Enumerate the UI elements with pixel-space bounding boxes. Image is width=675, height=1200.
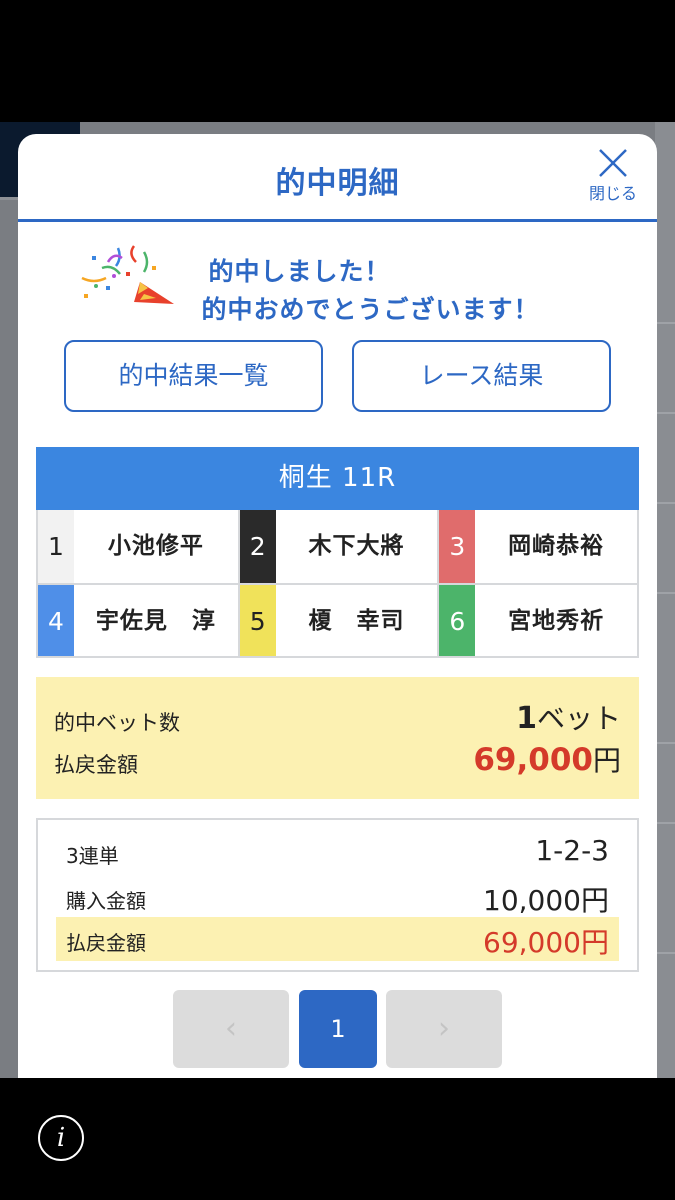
background-side bbox=[655, 122, 675, 1078]
prev-page-button[interactable]: ‹ bbox=[173, 990, 289, 1068]
bet-count-number: 1 bbox=[516, 701, 537, 736]
hit-details-modal: 的中明細 閉じる 的中しました！ 的中おめでとうございます！ 的中結果一覧 レー… bbox=[18, 134, 657, 1078]
bet-count-unit: ベット bbox=[536, 702, 621, 735]
bet-detail-card: 3連単 1-2-3 購入金額 10,000円 払戻金額 69,000円 bbox=[36, 818, 639, 972]
detail-payout-label: 払戻金額 bbox=[66, 931, 146, 955]
bet-count-value: 1ベット bbox=[516, 697, 621, 737]
close-button[interactable]: 閉じる bbox=[583, 148, 643, 208]
background-line bbox=[655, 822, 675, 824]
purchase-label: 購入金額 bbox=[66, 889, 146, 913]
racer-number: 3 bbox=[439, 510, 476, 583]
payout-unit: 円 bbox=[592, 744, 621, 777]
congrats-section: 的中しました！ 的中おめでとうございます！ bbox=[18, 222, 657, 334]
racer-2: 2 木下大將 bbox=[237, 510, 438, 583]
racer-6: 6 宮地秀祈 bbox=[437, 585, 637, 656]
close-icon bbox=[599, 149, 627, 177]
info-icon[interactable]: i bbox=[38, 1115, 84, 1161]
next-page-button[interactable]: › bbox=[386, 990, 502, 1068]
detail-payout-row: 払戻金額 69,000円 bbox=[56, 917, 619, 961]
racer-number: 2 bbox=[239, 510, 276, 583]
chevron-right-icon: › bbox=[438, 1011, 450, 1046]
purchase-amount: 10,000円 bbox=[483, 884, 609, 917]
bet-type-row: 3連単 1-2-3 bbox=[56, 830, 619, 874]
racer-3: 3 岡崎恭裕 bbox=[437, 510, 637, 583]
modal-title: 的中明細 bbox=[275, 166, 400, 201]
racer-name: 岡崎恭裕 bbox=[508, 533, 605, 559]
racer-number: 4 bbox=[38, 585, 74, 656]
payout-value: 69,000円 bbox=[473, 739, 621, 779]
hit-list-button[interactable]: 的中結果一覧 bbox=[64, 340, 323, 412]
racer-1: 1 小池修平 bbox=[38, 510, 238, 583]
detail-payout-amount: 69,000円 bbox=[483, 926, 609, 959]
bet-count-label: 的中ベット数 bbox=[54, 711, 180, 735]
racer-row: 4 宇佐見 淳 5 榎 幸司 6 宮地秀祈 bbox=[38, 583, 637, 656]
racer-number: 6 bbox=[439, 585, 476, 656]
racer-name: 宮地秀祈 bbox=[508, 608, 605, 634]
racer-row: 1 小池修平 2 木下大將 3 岡崎恭裕 bbox=[38, 510, 637, 583]
race-title: 桐生 11R bbox=[36, 447, 639, 510]
racer-5: 5 榎 幸司 bbox=[237, 585, 438, 656]
hit-summary: 的中ベット数 1ベット 払戻金額 69,000円 bbox=[36, 677, 639, 799]
chevron-left-icon: ‹ bbox=[225, 1011, 237, 1046]
modal-header: 的中明細 閉じる bbox=[18, 134, 657, 222]
purchase-row: 購入金額 10,000円 bbox=[56, 875, 619, 919]
background-line bbox=[655, 742, 675, 744]
pagination: ‹ 1 › bbox=[18, 990, 657, 1068]
congrats-message: 的中しました！ bbox=[208, 257, 391, 286]
racer-name: 木下大將 bbox=[308, 533, 405, 559]
background-line bbox=[655, 592, 675, 594]
racer-4: 4 宇佐見 淳 bbox=[38, 585, 238, 656]
racer-name: 宇佐見 淳 bbox=[95, 608, 216, 634]
background-line bbox=[655, 412, 675, 414]
payout-amount: 69,000 bbox=[473, 742, 593, 778]
racer-name: 榎 幸司 bbox=[308, 608, 405, 634]
background-line bbox=[655, 952, 675, 954]
page-1-button[interactable]: 1 bbox=[299, 990, 377, 1068]
racer-name: 小池修平 bbox=[107, 533, 204, 559]
racer-number: 1 bbox=[38, 510, 74, 583]
close-label: 閉じる bbox=[588, 184, 637, 203]
race-results-button[interactable]: レース結果 bbox=[352, 340, 611, 412]
bet-combination: 1-2-3 bbox=[535, 834, 609, 867]
payout-label: 払戻金額 bbox=[54, 753, 138, 777]
racer-number: 5 bbox=[239, 585, 276, 656]
racer-table: 1 小池修平 2 木下大將 3 岡崎恭裕 4 宇佐見 淳 5 榎 幸司 6 宮地… bbox=[36, 510, 639, 658]
nav-buttons: 的中結果一覧 レース結果 bbox=[18, 334, 657, 444]
background-line bbox=[655, 322, 675, 324]
background-line bbox=[655, 502, 675, 504]
congrats-submessage: 的中おめでとうございます！ bbox=[201, 295, 540, 324]
bet-type: 3連単 bbox=[66, 844, 119, 868]
